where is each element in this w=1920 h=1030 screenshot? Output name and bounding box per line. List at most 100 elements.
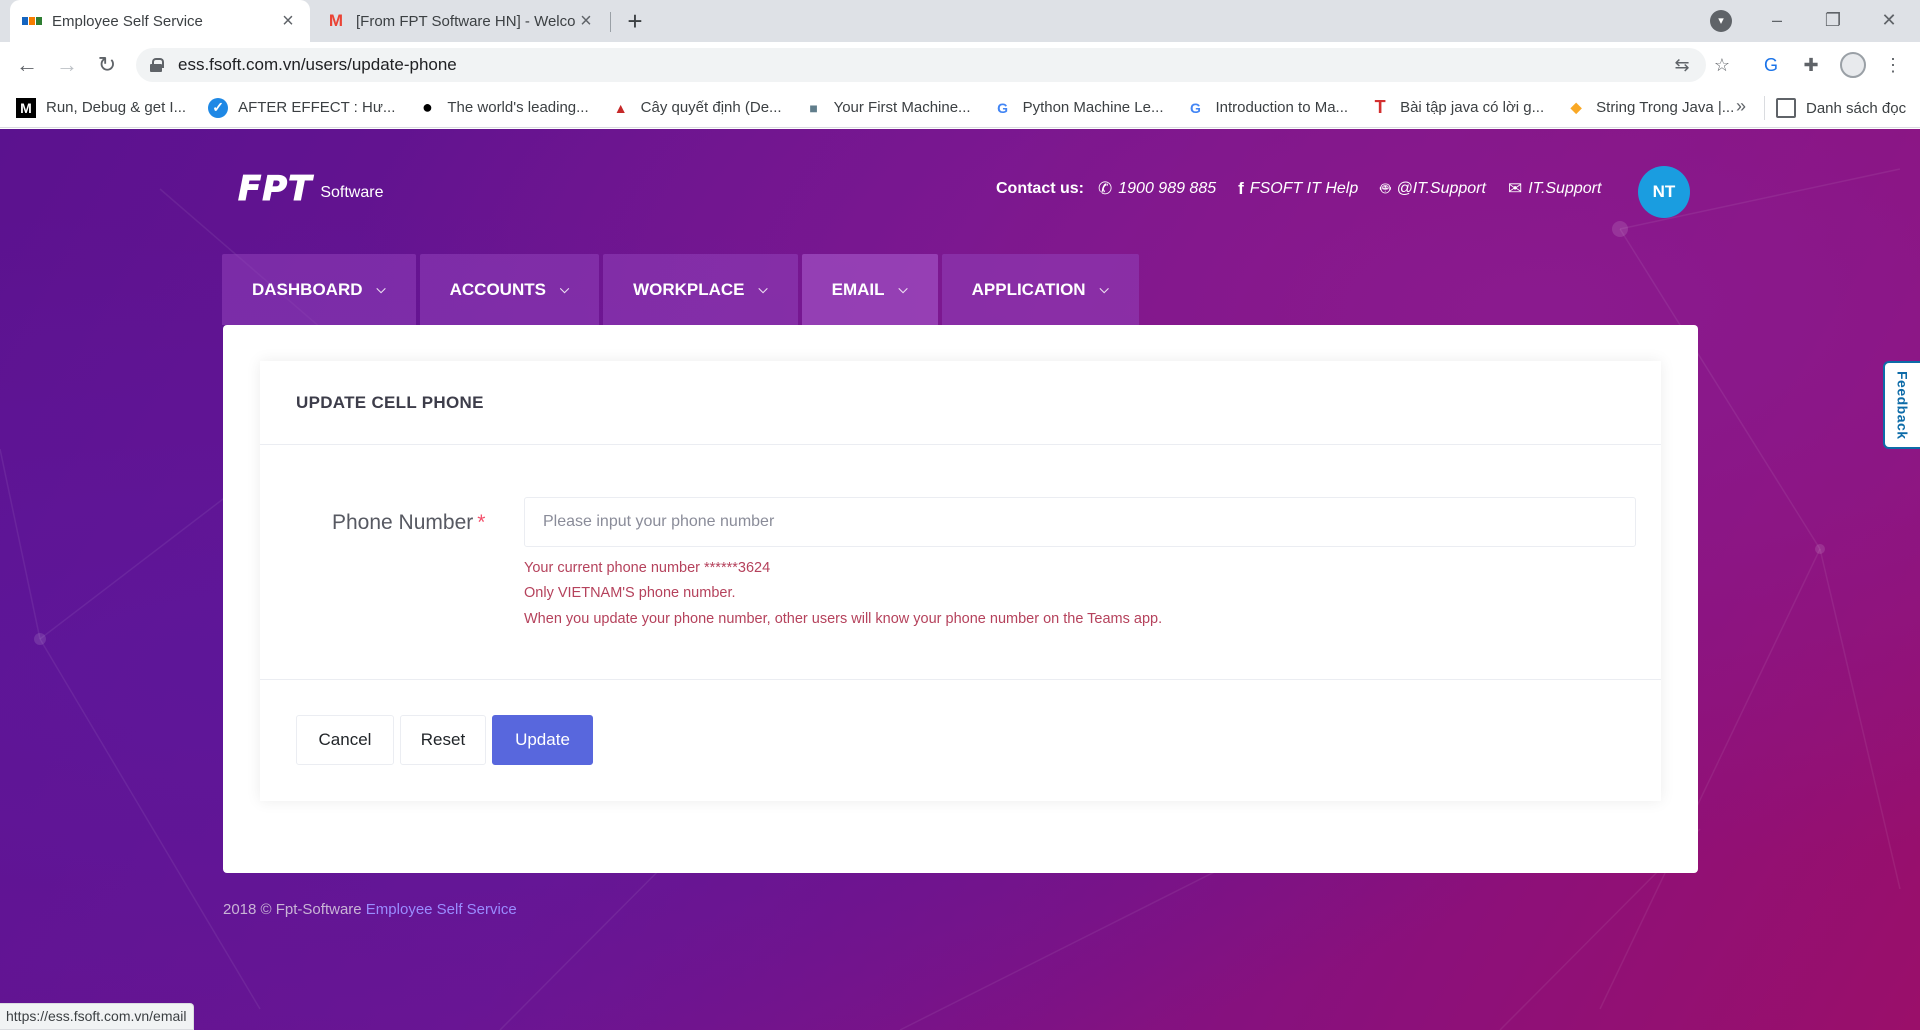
tab-close-icon[interactable]: ×	[576, 10, 596, 33]
contact-phone-text: 1900 989 885	[1118, 180, 1217, 197]
chevron-down-icon: ⌵	[898, 282, 908, 296]
tab-close-icon[interactable]: ×	[278, 10, 298, 33]
acorn-icon: ◆	[1570, 99, 1582, 115]
browser-toolbar: ← → ↻ ess.fsoft.com.vn/users/update-phon…	[0, 42, 1920, 88]
back-icon[interactable]: ←	[12, 50, 42, 80]
nav-label: ACCOUNTS	[449, 279, 546, 299]
extensions-icon[interactable]: ✚	[1798, 52, 1824, 78]
chevron-down-icon: ⌵	[376, 282, 386, 296]
google-translate-extension-icon[interactable]: G	[1758, 52, 1784, 78]
contact-label: Contact us:	[996, 180, 1084, 197]
forward-icon[interactable]: →	[52, 50, 82, 80]
update-button[interactable]: Update	[492, 715, 593, 765]
nav-label: APPLICATION	[971, 279, 1086, 299]
nav-label: DASHBOARD	[252, 279, 363, 299]
nav-dashboard[interactable]: DASHBOARD ⌵	[222, 254, 416, 325]
current-phone-hint: Your current phone number ******3624	[524, 560, 771, 576]
bookmark-label: AFTER EFFECT : Hư...	[238, 99, 396, 116]
bookmark-item[interactable]: G Introduction to Ma...	[1185, 98, 1348, 118]
minimize-icon[interactable]: –	[1752, 0, 1802, 42]
lock-icon	[150, 58, 164, 72]
reload-icon[interactable]: ↻	[92, 50, 122, 80]
contact-phone[interactable]: ✆ 1900 989 885	[1098, 179, 1216, 199]
nav-label: WORKPLACE	[633, 279, 745, 299]
google-icon: G	[1190, 99, 1201, 116]
bookmark-item[interactable]: ◆ String Trong Java |...	[1566, 98, 1735, 118]
tab-title: [From FPT Software HN] - Welcome	[356, 12, 576, 30]
bookmarks-bar: M Run, Debug & get I... ✓ AFTER EFFECT :…	[0, 88, 1920, 128]
translate-icon[interactable]: ⇆	[1670, 53, 1694, 77]
bookmark-star-icon[interactable]: ☆	[1710, 53, 1734, 77]
cancel-button[interactable]: Cancel	[296, 715, 394, 765]
phone-icon: ✆	[1098, 179, 1113, 198]
nav-accounts[interactable]: ACCOUNTS ⌵	[419, 254, 600, 325]
fpt-software-logo[interactable]: FPT Software	[237, 169, 384, 210]
bookmark-item[interactable]: ■ Your First Machine...	[804, 98, 970, 118]
contact-bar: Contact us: ✆ 1900 989 885 f FSOFT IT He…	[996, 177, 1623, 201]
phone-label-text: Phone Number	[332, 511, 474, 534]
bookmark-item[interactable]: ✓ AFTER EFFECT : Hư...	[208, 97, 396, 118]
bookmark-label: String Trong Java |...	[1596, 99, 1735, 116]
divider	[260, 679, 1661, 680]
menu-kebab-icon[interactable]: ⋮	[1880, 52, 1906, 78]
bookmark-label: Python Machine Le...	[1022, 99, 1164, 116]
nav-application[interactable]: APPLICATION ⌵	[941, 254, 1139, 325]
logo-software-text: Software	[320, 184, 384, 201]
window-close-icon[interactable]: ✕	[1864, 0, 1914, 42]
t-logo-icon: T	[1374, 97, 1386, 117]
nav-label: EMAIL	[831, 279, 885, 299]
thumbnail-icon: ■	[809, 99, 818, 116]
vietnam-only-hint: Only VIETNAM'S phone number.	[524, 585, 736, 601]
tab-search-icon[interactable]: ▾	[1710, 10, 1732, 32]
footer-link[interactable]: Employee Self Service	[366, 901, 517, 918]
contact-facebook-text: FSOFT IT Help	[1249, 180, 1359, 197]
bookmark-item[interactable]: ● The world's leading...	[417, 97, 589, 118]
address-url: ess.fsoft.com.vn/users/update-phone	[178, 55, 457, 74]
bookmark-item[interactable]: G Python Machine Le...	[993, 98, 1164, 118]
gmail-icon: M	[328, 11, 344, 30]
feedback-label: Feedback	[1894, 370, 1911, 440]
bookmark-item[interactable]: ▲ Cây quyết định (De...	[611, 98, 782, 118]
nav-workplace[interactable]: WORKPLACE ⌵	[603, 254, 798, 325]
footer-copyright: 2018 © Fpt-Software	[223, 901, 362, 918]
footer: 2018 © Fpt-Software Employee Self Servic…	[223, 901, 517, 918]
main-nav: DASHBOARD ⌵ ACCOUNTS ⌵ WORKPLACE ⌵ EMAIL…	[222, 254, 1143, 325]
update-phone-panel: UPDATE CELL PHONE Phone Number* Your cur…	[260, 361, 1661, 801]
restore-icon[interactable]: ❐	[1808, 0, 1858, 42]
contact-mail[interactable]: ✉ IT.Support	[1508, 179, 1601, 199]
new-tab-icon[interactable]: +	[620, 6, 650, 36]
contact-facebook[interactable]: f FSOFT IT Help	[1238, 179, 1358, 199]
user-avatar[interactable]: NT	[1638, 166, 1690, 218]
reading-list-label: Danh sách đọc	[1806, 99, 1907, 117]
address-bar[interactable]: ess.fsoft.com.vn/users/update-phone	[136, 48, 1706, 82]
bookmarks-separator	[1764, 96, 1765, 120]
check-circle-icon: ✓	[208, 97, 229, 118]
facebook-icon: f	[1238, 179, 1244, 198]
google-icon: G	[997, 99, 1008, 116]
bookmark-item[interactable]: M Run, Debug & get I...	[16, 97, 187, 118]
chevron-down-icon: ⌵	[758, 282, 768, 296]
status-bar-url: https://ess.fsoft.com.vn/email	[0, 1003, 194, 1030]
reading-list-icon	[1776, 98, 1796, 118]
bookmarks-more-icon[interactable]: »	[1736, 96, 1746, 117]
reset-button[interactable]: Reset	[400, 715, 486, 765]
contact-mail-text: IT.Support	[1528, 180, 1602, 197]
bookmark-item[interactable]: T Bài tập java có lời g...	[1370, 97, 1545, 118]
logo-fpt-text: FPT	[237, 169, 313, 210]
bookmark-label: Bài tập java có lời g...	[1400, 99, 1545, 116]
chevron-down-icon: ⌵	[1099, 282, 1109, 296]
contact-bot[interactable]: 🤖︎ @IT.Support	[1380, 177, 1486, 201]
tab-employee-self-service[interactable]: Employee Self Service ×	[10, 0, 310, 42]
divider	[260, 444, 1661, 445]
profile-avatar-icon[interactable]	[1840, 52, 1866, 78]
bookmark-label: Run, Debug & get I...	[46, 99, 187, 116]
envelope-icon: ✉	[1507, 179, 1523, 198]
required-mark: *	[477, 511, 486, 534]
chevron-down-icon: ⌵	[559, 282, 570, 296]
bookmark-label: The world's leading...	[447, 99, 589, 116]
tab-gmail[interactable]: M [From FPT Software HN] - Welcome ×	[314, 0, 608, 42]
nav-email[interactable]: EMAIL ⌵	[801, 254, 938, 325]
reading-list-button[interactable]: Danh sách đọc	[1776, 88, 1906, 128]
feedback-button[interactable]: Feedback	[1883, 361, 1920, 449]
phone-number-input[interactable]	[524, 497, 1636, 547]
